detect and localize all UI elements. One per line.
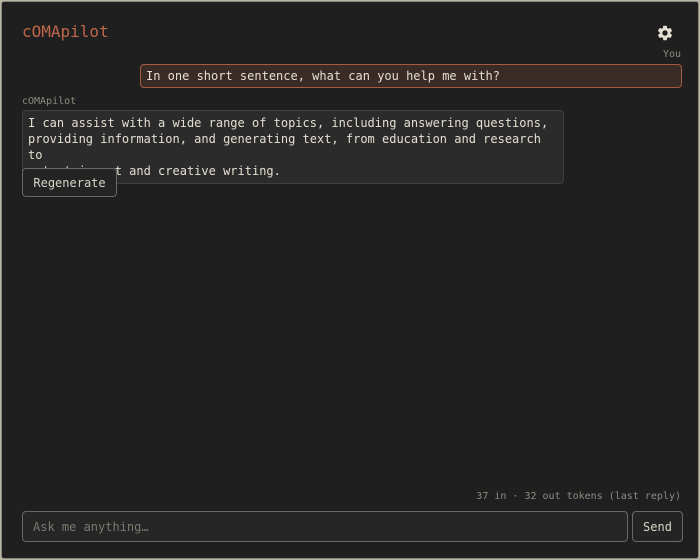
user-message: In one short sentence, what can you help… [140, 64, 682, 88]
app-title: cOMApilot [22, 22, 109, 41]
token-stats: 37 in · 32 out tokens (last reply) [476, 491, 681, 502]
regenerate-button[interactable]: Regenerate [22, 168, 117, 197]
assistant-label: cOMApilot [22, 96, 77, 107]
send-button[interactable]: Send [632, 511, 683, 542]
gear-icon[interactable] [656, 24, 674, 42]
chat-input[interactable] [22, 511, 628, 542]
chat-window: cOMApilot You In one short sentence, wha… [1, 1, 699, 559]
user-label: You [662, 49, 681, 60]
